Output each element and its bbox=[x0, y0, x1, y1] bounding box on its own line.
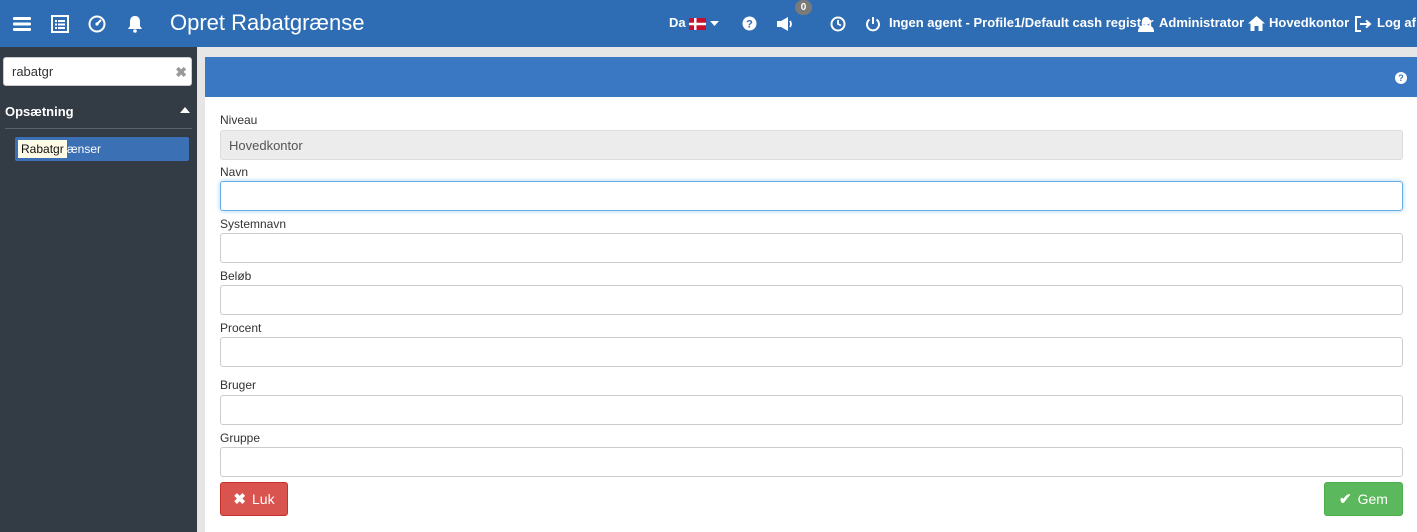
niveau-label: Niveau bbox=[220, 113, 258, 127]
save-button[interactable]: ✔ Gem bbox=[1324, 482, 1403, 516]
sidebar-section-opsaetning[interactable]: Opsætning bbox=[5, 103, 192, 129]
menu-icon[interactable] bbox=[12, 0, 32, 47]
help-icon[interactable]: ? bbox=[1395, 72, 1407, 84]
home-icon[interactable] bbox=[1247, 0, 1265, 47]
chevron-down-icon[interactable] bbox=[708, 0, 720, 47]
list-icon[interactable] bbox=[50, 0, 70, 47]
power-icon[interactable] bbox=[864, 0, 882, 47]
agent-status[interactable]: Ingen agent - Profile1/Default cash regi… bbox=[889, 15, 1153, 30]
help-icon[interactable]: ? bbox=[740, 0, 758, 47]
procent-label: Procent bbox=[220, 321, 262, 335]
top-bar: Opret Rabatgrænse Da ? 0 Ingen agent - P… bbox=[0, 0, 1417, 47]
close-button[interactable]: ✖ Luk bbox=[220, 482, 288, 516]
gruppe-field[interactable] bbox=[220, 447, 1403, 477]
save-button-label: Gem bbox=[1357, 491, 1388, 507]
megaphone-icon[interactable] bbox=[775, 0, 797, 47]
navn-field[interactable] bbox=[220, 181, 1403, 211]
gruppe-label: Gruppe bbox=[220, 431, 261, 445]
bell-icon[interactable] bbox=[125, 0, 145, 47]
search-match-highlight: Rabatgr bbox=[18, 140, 67, 158]
close-icon: ✖ bbox=[233, 491, 246, 508]
notification-badge: 0 bbox=[795, 0, 812, 15]
clock-icon[interactable] bbox=[829, 0, 847, 47]
sidebar-item-rabatgraenser[interactable]: Rabatgr ænser bbox=[15, 137, 189, 161]
language-label[interactable]: Da bbox=[669, 15, 686, 30]
systemnavn-label: Systemnavn bbox=[220, 217, 287, 231]
user-icon[interactable] bbox=[1137, 0, 1155, 47]
checkmark-icon: ✔ bbox=[1339, 491, 1352, 508]
close-button-label: Luk bbox=[252, 491, 275, 507]
chevron-up-icon[interactable] bbox=[180, 107, 190, 113]
sidebar-section-label: Opsætning bbox=[5, 104, 74, 119]
bruger-field[interactable] bbox=[220, 395, 1403, 425]
niveau-field bbox=[220, 130, 1403, 160]
sidebar-search: ✖ bbox=[3, 57, 192, 86]
beloeb-label: Beløb bbox=[220, 269, 252, 283]
logout-link[interactable]: Log af bbox=[1377, 15, 1416, 30]
systemnavn-field[interactable] bbox=[220, 233, 1403, 263]
sidebar-item-label: ænser bbox=[67, 142, 102, 156]
form-panel: ? Niveau Navn Systemnavn Beløb Procent B… bbox=[205, 57, 1417, 532]
sidebar: ✖ Opsætning Rabatgr ænser bbox=[0, 47, 197, 532]
denmark-flag-icon[interactable] bbox=[687, 0, 707, 47]
svg-text:?: ? bbox=[746, 19, 753, 31]
page-title: Opret Rabatgrænse bbox=[170, 10, 365, 35]
bruger-label: Bruger bbox=[220, 378, 257, 392]
navn-label: Navn bbox=[220, 165, 249, 179]
location-menu[interactable]: Hovedkontor bbox=[1269, 15, 1349, 30]
user-menu[interactable]: Administrator bbox=[1159, 15, 1244, 30]
clear-icon[interactable]: ✖ bbox=[175, 64, 187, 81]
logout-icon[interactable] bbox=[1354, 0, 1372, 47]
beloeb-field[interactable] bbox=[220, 285, 1403, 315]
procent-field[interactable] bbox=[220, 337, 1403, 367]
panel-header: ? bbox=[205, 57, 1417, 97]
dashboard-icon[interactable] bbox=[87, 0, 107, 47]
search-input[interactable] bbox=[4, 58, 169, 85]
